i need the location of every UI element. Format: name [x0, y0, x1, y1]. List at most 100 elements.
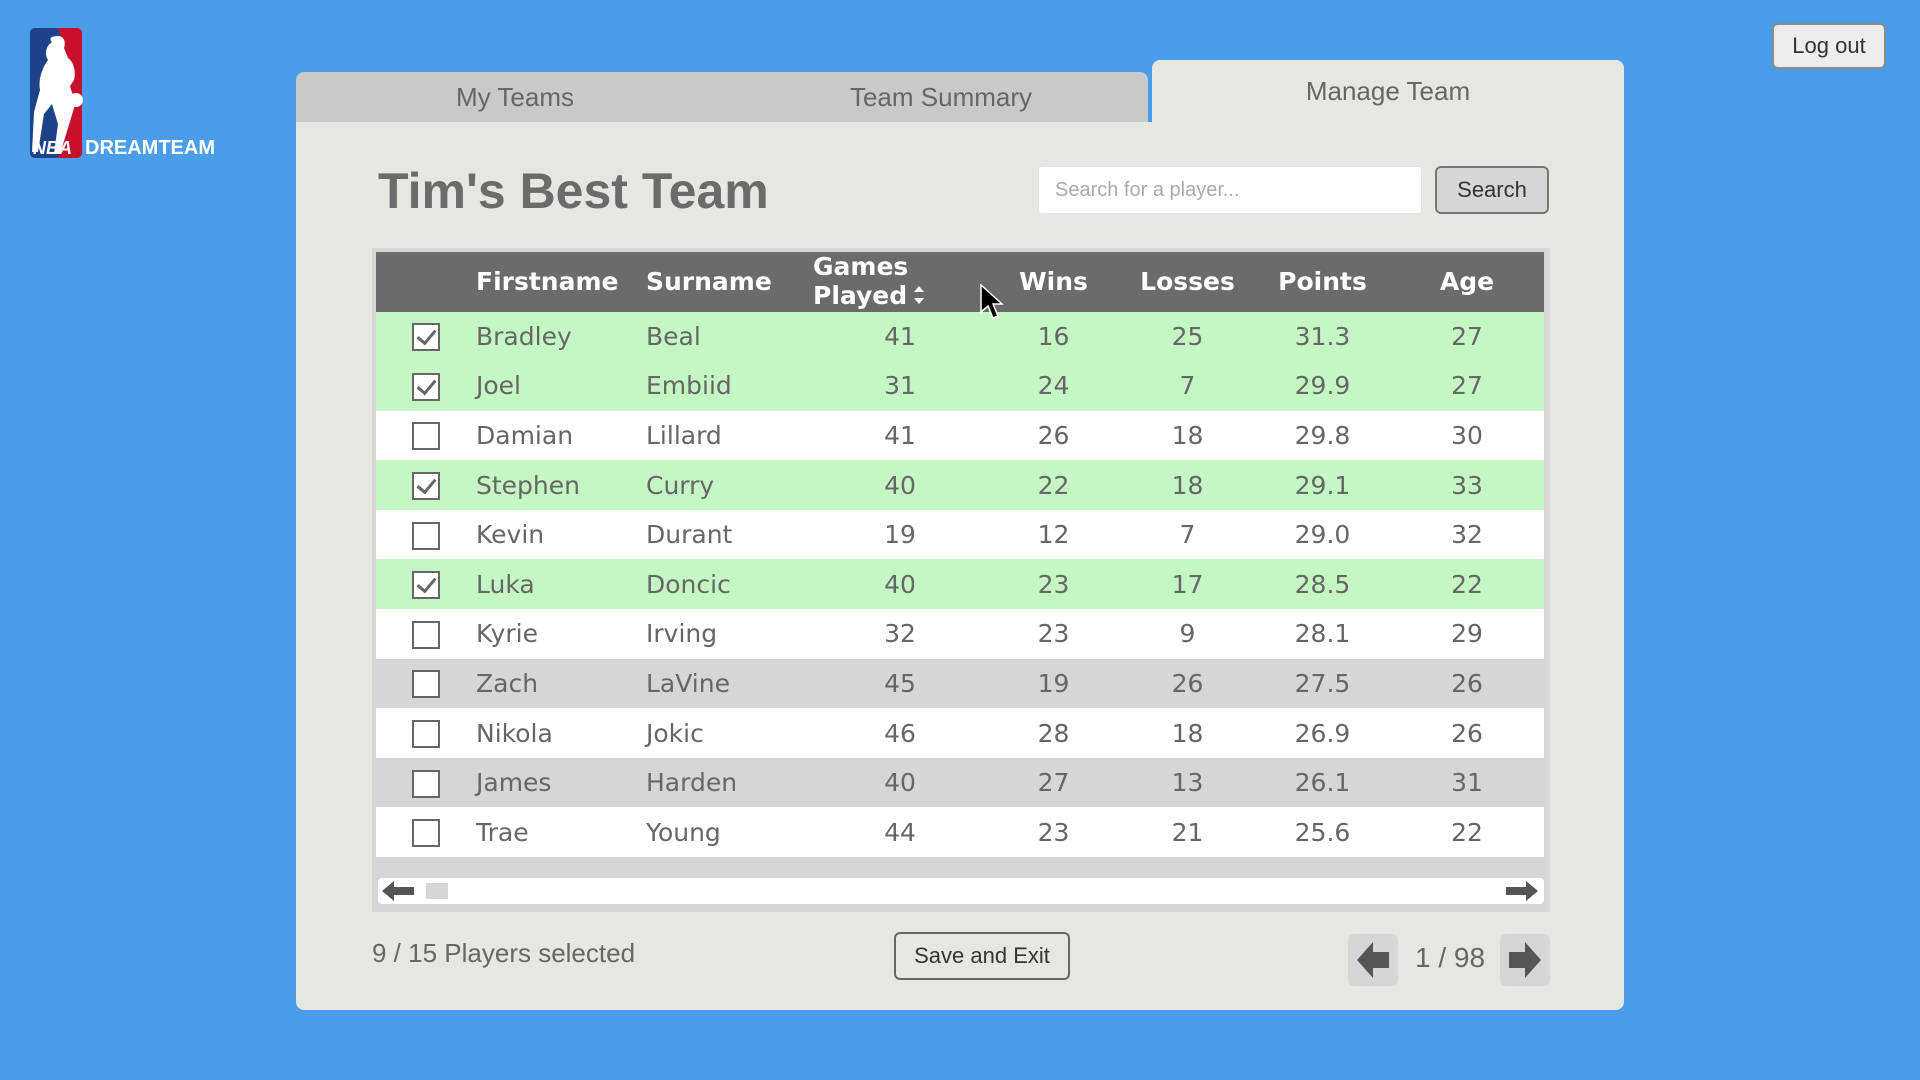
row-select-checkbox[interactable]: [412, 620, 440, 649]
header-select: [376, 252, 476, 312]
row-checkbox-cell: [376, 559, 476, 609]
cell-losses: 13: [1171, 768, 1204, 798]
scroll-left-arrow-icon[interactable]: [382, 881, 414, 906]
logo-dreamteam-text: DREAMTEAM: [85, 137, 215, 159]
table-row[interactable]: Bradley Beal 41 16 25 31.3 27: [376, 311, 1544, 362]
cell-age: 30: [1451, 420, 1483, 450]
cell-firstname: Stephen: [476, 470, 580, 500]
cell-surname: Durant: [646, 520, 733, 550]
arrow-left-icon: [1357, 942, 1389, 978]
search-input[interactable]: [1038, 166, 1422, 214]
cell-points: 27.5: [1294, 668, 1351, 698]
row-select-checkbox[interactable]: [412, 521, 440, 550]
table-row[interactable]: Joel Embiid 31 24 7 29.9 27: [376, 361, 1544, 411]
cell-games-played: 32: [884, 619, 916, 649]
search-button[interactable]: Search: [1435, 166, 1549, 214]
scrollbar-thumb[interactable]: [426, 883, 448, 899]
cell-firstname: Kyrie: [476, 619, 538, 649]
row-checkbox-cell: [376, 659, 476, 709]
row-select-checkbox[interactable]: [412, 571, 440, 600]
table-row[interactable]: James Harden 40 27 13 26.1 31: [376, 757, 1544, 808]
players-selected-count: 9 / 15 Players selected: [372, 938, 636, 968]
cell-losses: 26: [1171, 668, 1204, 698]
header-firstname[interactable]: Firstname: [476, 252, 646, 312]
table-row[interactable]: Kyrie Irving 32 23 9 28.1 29: [376, 609, 1544, 659]
sort-icon[interactable]: [913, 283, 925, 312]
page-indicator: 1 / 98: [1414, 942, 1486, 973]
cell-age: 32: [1451, 520, 1483, 550]
cell-losses: 21: [1171, 817, 1204, 847]
cell-losses: 7: [1179, 520, 1196, 550]
tab-my-teams[interactable]: My Teams: [296, 72, 734, 122]
cell-wins: 16: [1037, 321, 1070, 351]
cell-surname: Beal: [646, 321, 701, 351]
scroll-right-arrow-icon[interactable]: [1506, 881, 1538, 906]
logout-button[interactable]: Log out: [1772, 23, 1886, 69]
cell-age: 33: [1451, 470, 1483, 500]
row-select-checkbox[interactable]: [412, 323, 440, 352]
previous-page-button[interactable]: [1348, 934, 1398, 986]
save-and-exit-button[interactable]: Save and Exit: [894, 932, 1070, 980]
nba-dreamteam-logo: NBA DREAMTEAM: [28, 26, 218, 166]
cell-games-played: 44: [884, 817, 916, 847]
table-row[interactable]: Kevin Durant 19 12 7 29.0 32: [376, 509, 1544, 560]
table-row[interactable]: Nikola Jokic 46 28 18 26.9 26: [376, 708, 1544, 758]
cell-surname: Embiid: [646, 371, 732, 401]
header-wins[interactable]: Wins: [987, 252, 1120, 312]
row-select-checkbox[interactable]: [412, 720, 440, 749]
row-select-checkbox[interactable]: [412, 372, 440, 401]
cell-age: 27: [1451, 321, 1483, 351]
cell-firstname: Joel: [476, 371, 521, 401]
cell-games-played: 19: [884, 520, 916, 550]
row-select-checkbox[interactable]: [412, 670, 440, 699]
row-select-checkbox[interactable]: [412, 769, 440, 798]
cell-firstname: Bradley: [476, 321, 572, 351]
header-age[interactable]: Age: [1390, 252, 1544, 312]
cell-losses: 18: [1171, 470, 1204, 500]
arrow-right-icon: [1509, 942, 1541, 978]
horizontal-scrollbar[interactable]: [378, 878, 1544, 904]
cell-wins: 23: [1037, 817, 1070, 847]
cell-games-played: 40: [884, 470, 916, 500]
row-checkbox-cell: [376, 510, 476, 560]
tab-manage-team[interactable]: Manage Team: [1152, 60, 1624, 122]
cell-surname: Lillard: [646, 420, 722, 450]
table-row[interactable]: Zach LaVine 45 19 26 27.5 26: [376, 658, 1544, 709]
header-surname[interactable]: Surname: [646, 252, 813, 312]
table-row[interactable]: Stephen Curry 40 22 18 29.1 33: [376, 460, 1544, 510]
cell-points: 29.9: [1294, 371, 1351, 401]
cell-games-played: 40: [884, 569, 916, 599]
header-losses[interactable]: Losses: [1120, 252, 1255, 312]
header-games-played[interactable]: Games Played: [813, 252, 987, 312]
row-checkbox-cell: [376, 807, 476, 857]
cell-firstname: Damian: [476, 420, 574, 450]
table-header-row: Firstname Surname Games Played Wins Loss…: [376, 252, 1544, 312]
cell-games-played: 41: [884, 321, 916, 351]
cell-wins: 12: [1037, 520, 1070, 550]
table-row[interactable]: Trae Young 44 23 21 25.6 22: [376, 807, 1544, 858]
cell-surname: Harden: [646, 768, 738, 798]
cell-points: 26.9: [1294, 718, 1351, 748]
table-row[interactable]: Damian Lillard 41 26 18 29.8 30: [376, 410, 1544, 461]
cell-games-played: 40: [884, 768, 916, 798]
cell-surname: Doncic: [646, 569, 731, 599]
cell-games-played: 46: [884, 718, 916, 748]
cell-games-played: 45: [884, 668, 916, 698]
cell-surname: Irving: [646, 619, 718, 649]
table-row[interactable]: Luka Doncic 40 23 17 28.5 22: [376, 559, 1544, 610]
row-select-checkbox[interactable]: [412, 819, 440, 848]
cell-firstname: Luka: [476, 569, 535, 599]
tab-team-summary[interactable]: Team Summary: [734, 72, 1148, 122]
row-select-checkbox[interactable]: [412, 422, 440, 451]
next-page-button[interactable]: [1500, 934, 1550, 986]
row-select-checkbox[interactable]: [412, 472, 440, 501]
header-points[interactable]: Points: [1255, 252, 1390, 312]
cell-losses: 18: [1171, 718, 1204, 748]
mouse-cursor-icon: [980, 283, 1004, 325]
cell-points: 28.1: [1294, 619, 1351, 649]
cell-losses: 25: [1171, 321, 1204, 351]
row-checkbox-cell: [376, 460, 476, 510]
cell-age: 26: [1451, 668, 1483, 698]
row-checkbox-cell: [376, 312, 476, 362]
cell-wins: 27: [1037, 768, 1070, 798]
